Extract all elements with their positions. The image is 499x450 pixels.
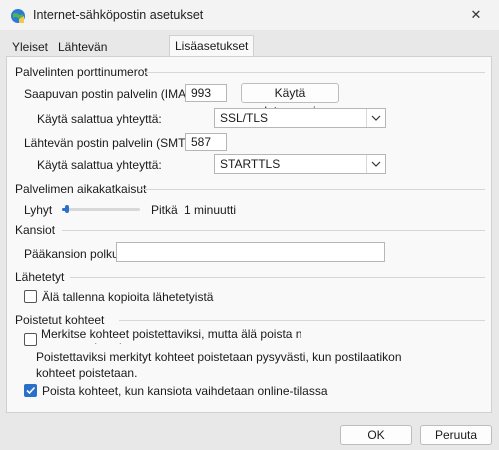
checkmark-icon (26, 386, 36, 395)
divider (62, 230, 485, 231)
group-label-sent-items: Lähetetyt (15, 270, 65, 284)
close-button[interactable]: ✕ (453, 0, 499, 30)
incoming-server-label: Saapuvan postin palvelin (IMAP): (24, 87, 202, 101)
mark-for-deletion-checkbox[interactable] (24, 333, 37, 346)
outgoing-encryption-label: Käytä salattua yhteyttä: (37, 158, 162, 172)
dont-save-sent-label: Älä tallenna kopioita lähetetyistä (42, 290, 214, 304)
tab-advanced[interactable]: Lisäasetukset (169, 35, 255, 56)
group-label-folders: Kansiot (15, 223, 56, 237)
incoming-port-input[interactable]: 993 (185, 84, 227, 102)
timeout-short-label: Lyhyt (24, 203, 53, 217)
outgoing-port-input[interactable]: 587 (185, 133, 227, 151)
incoming-encryption-label: Käytä salattua yhteyttä: (37, 112, 162, 126)
outgoing-encryption-select[interactable]: STARTTLS (214, 154, 386, 174)
dont-save-sent-checkbox[interactable] (24, 290, 37, 303)
outgoing-server-label: Lähtevän postin palvelin (SMTP): (24, 136, 201, 150)
outgoing-encryption-value: STARTTLS (220, 157, 281, 171)
divider (139, 189, 485, 190)
close-icon: ✕ (470, 7, 482, 22)
purge-on-switch-label: Poista kohteet, kun kansiota vaihdetaan … (42, 384, 328, 398)
timeout-long-label: Pitkä (151, 203, 178, 217)
deletion-info-line2: kohteet poistetaan. (36, 366, 138, 380)
chevron-down-icon (366, 155, 385, 173)
purge-on-switch-checkbox[interactable] (24, 384, 37, 397)
tab-general[interactable]: Yleiset (6, 37, 54, 57)
mark-for-deletion-label-clip: Merkitse kohteet poistettaviksi, mutta ä… (41, 324, 301, 344)
chevron-down-icon (366, 109, 385, 127)
group-label-timeouts: Palvelimen aikakatkaisut (15, 182, 147, 196)
timeout-slider[interactable] (62, 205, 140, 213)
incoming-encryption-value: SSL/TLS (220, 111, 269, 125)
root-folder-label: Pääkansion polku: (24, 247, 123, 261)
timeout-value: 1 minuutti (184, 203, 237, 217)
ok-button[interactable]: OK (340, 425, 412, 445)
slider-thumb[interactable] (65, 205, 70, 213)
deletion-info-line1: Poistettaviksi merkityt kohteet poisteta… (36, 350, 402, 364)
tab-outgoing-server[interactable]: Lähtevän postin palvelin (52, 37, 113, 90)
use-defaults-button[interactable]: Käytä oletusarvoja (241, 83, 339, 118)
divider (119, 320, 485, 321)
title-bar: Internet-sähköpostin asetukset ✕ (0, 0, 499, 30)
tab-panel-advanced: Palvelinten porttinumerot Saapuvan posti… (6, 56, 492, 413)
mark-for-deletion-label-line1: Merkitse kohteet poistettaviksi, mutta ä… (41, 327, 301, 341)
group-label-server-ports: Palvelinten porttinumerot (15, 65, 148, 79)
window-title: Internet-sähköpostin asetukset (33, 8, 204, 22)
root-folder-input[interactable] (116, 242, 385, 262)
incoming-encryption-select[interactable]: SSL/TLS (214, 108, 386, 128)
divider (70, 277, 485, 278)
divider (145, 72, 485, 73)
mark-for-deletion-label-line2: automaattisesti (41, 341, 122, 344)
cancel-button[interactable]: Peruuta (420, 425, 492, 445)
outlook-globe-icon (11, 9, 25, 23)
